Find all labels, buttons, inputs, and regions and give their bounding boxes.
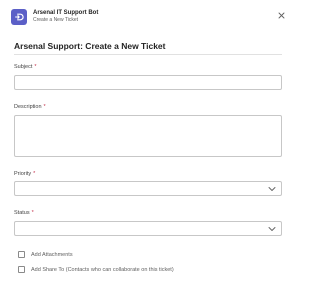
required-marker: * xyxy=(33,171,36,177)
add-share-label: Add Share To (Contacts who can collabora… xyxy=(31,266,174,273)
subject-input[interactable] xyxy=(14,75,282,90)
close-button[interactable] xyxy=(276,10,286,20)
chevron-down-icon xyxy=(268,227,276,231)
required-marker: * xyxy=(43,104,46,110)
subject-label: Subject * xyxy=(14,63,37,71)
title-divider xyxy=(14,54,282,55)
priority-select[interactable] xyxy=(14,181,282,196)
description-label-text: Description xyxy=(14,104,42,110)
description-label: Description * xyxy=(14,103,46,111)
description-textarea[interactable] xyxy=(14,115,282,157)
priority-label: Priority * xyxy=(14,170,35,178)
close-icon xyxy=(278,12,284,18)
bot-subtitle: Create a New Ticket xyxy=(33,17,79,23)
subject-label-text: Subject xyxy=(14,64,33,70)
status-label-text: Status xyxy=(14,210,30,216)
required-marker: * xyxy=(31,210,34,216)
add-attachments-option[interactable]: Add Attachments xyxy=(18,250,73,259)
add-share-checkbox[interactable] xyxy=(18,266,25,273)
bot-name: Arsenal IT Support Bot xyxy=(33,10,99,16)
status-select[interactable] xyxy=(14,221,282,236)
priority-label-text: Priority xyxy=(14,171,32,177)
form-title: Arsenal Support: Create a New Ticket xyxy=(14,41,166,51)
add-share-option[interactable]: Add Share To (Contacts who can collabora… xyxy=(18,265,174,274)
required-marker: * xyxy=(34,64,37,70)
bot-logo-icon xyxy=(11,9,27,25)
status-label: Status * xyxy=(14,209,34,217)
add-attachments-checkbox[interactable] xyxy=(18,251,25,258)
chevron-down-icon xyxy=(268,187,276,191)
ticket-dialog: Arsenal IT Support Bot Create a New Tick… xyxy=(0,0,300,281)
add-attachments-label: Add Attachments xyxy=(31,251,73,258)
